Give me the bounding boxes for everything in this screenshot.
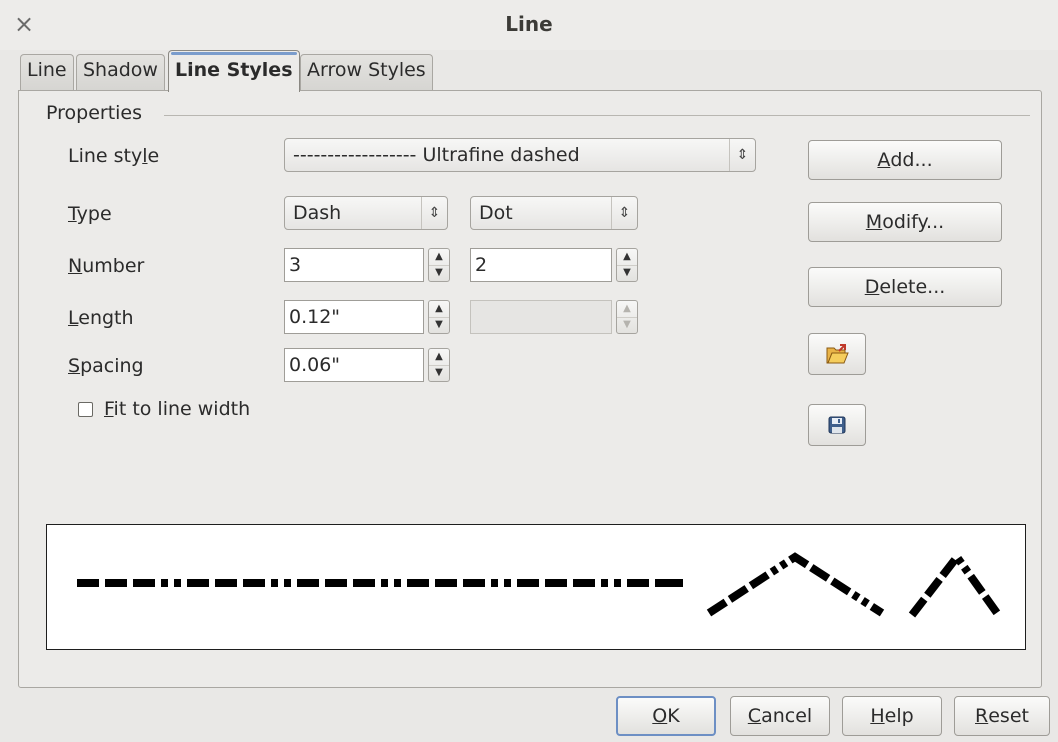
spin-up-icon[interactable]: ▲ (429, 249, 449, 265)
line-style-select[interactable]: ------------------ Ultrafine dashed ⇕ (284, 138, 756, 172)
line-style-label: Line style (68, 145, 160, 167)
ok-button[interactable]: OK (616, 696, 716, 736)
line-style-preview (46, 524, 1026, 650)
number-first-spinner[interactable]: ▲ ▼ (428, 248, 450, 282)
cancel-button[interactable]: Cancel (730, 696, 830, 736)
spacing-field[interactable]: 0.06" (284, 348, 424, 382)
tab-arrow-styles[interactable]: Arrow Styles (300, 54, 433, 90)
spacing-spinner[interactable]: ▲ ▼ (428, 348, 450, 382)
preview-canvas (77, 550, 1001, 618)
length-label: Length (68, 307, 134, 329)
tab-shadow[interactable]: Shadow (76, 54, 165, 90)
spacing-label: Spacing (68, 355, 144, 377)
length-first-spinner[interactable]: ▲ ▼ (428, 300, 450, 334)
spin-up-icon[interactable]: ▲ (429, 349, 449, 365)
updown-chevron-icon: ⇕ (421, 197, 447, 229)
tab-line-styles[interactable]: Line Styles (168, 50, 300, 92)
window-title: Line (505, 12, 553, 36)
fit-to-line-width-checkbox[interactable] (78, 402, 93, 417)
spin-down-icon[interactable]: ▼ (429, 264, 449, 282)
tab-line[interactable]: Line (20, 54, 74, 90)
save-disk-icon (828, 416, 846, 434)
add-button[interactable]: Add... (808, 140, 1002, 180)
line-style-value: ------------------ Ultrafine dashed (293, 144, 580, 166)
updown-chevron-icon: ⇕ (611, 197, 637, 229)
spin-down-icon[interactable]: ▼ (429, 364, 449, 382)
type-first-value: Dash (293, 202, 342, 224)
type-second-value: Dot (479, 202, 513, 224)
section-divider (164, 115, 1030, 116)
spin-up-icon[interactable]: ▲ (617, 249, 637, 265)
delete-button[interactable]: Delete... (808, 267, 1002, 307)
updown-chevron-icon: ⇕ (729, 139, 755, 171)
fit-to-line-width-label[interactable]: Fit to line width (104, 398, 250, 420)
reset-button[interactable]: Reset (954, 696, 1050, 736)
spin-down-icon[interactable]: ▼ (429, 316, 449, 334)
number-label: Number (68, 255, 145, 277)
folder-open-icon (826, 344, 849, 364)
spin-down-icon: ▼ (617, 316, 637, 334)
type-first-select[interactable]: Dash ⇕ (284, 196, 448, 230)
type-second-select[interactable]: Dot ⇕ (470, 196, 638, 230)
number-second-spinner[interactable]: ▲ ▼ (616, 248, 638, 282)
load-line-styles-button[interactable] (808, 333, 866, 375)
spin-down-icon[interactable]: ▼ (617, 264, 637, 282)
length-second-spinner: ▲ ▼ (616, 300, 638, 334)
modify-button[interactable]: Modify... (808, 202, 1002, 242)
save-line-styles-button[interactable] (808, 404, 866, 446)
number-second-field[interactable]: 2 (470, 248, 612, 282)
spin-up-icon[interactable]: ▲ (429, 301, 449, 317)
type-label: Type (68, 203, 112, 225)
number-first-field[interactable]: 3 (284, 248, 424, 282)
length-first-field[interactable]: 0.12" (284, 300, 424, 334)
spin-up-icon: ▲ (623, 302, 631, 314)
properties-section-label: Properties (46, 102, 143, 124)
help-button[interactable]: Help (842, 696, 942, 736)
length-second-field (470, 300, 612, 334)
